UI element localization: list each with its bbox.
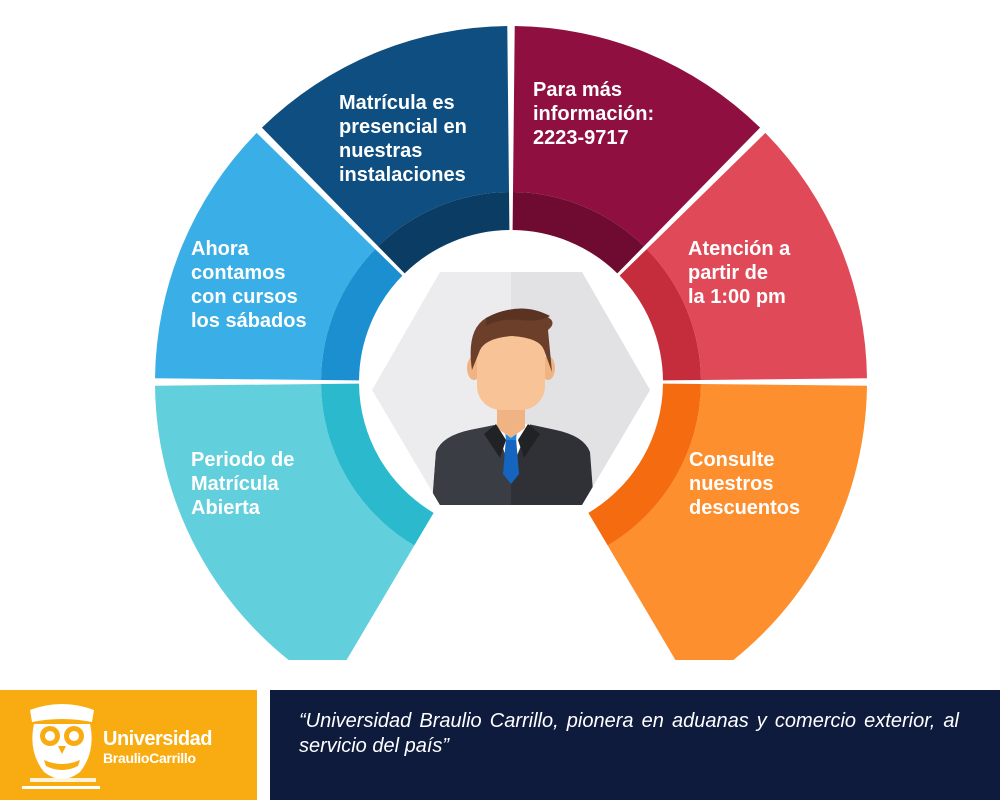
footer: Universidad BraulioCarrillo “Universidad… (0, 690, 1000, 800)
quote-banner: “Universidad Braulio Carrillo, pionera e… (270, 690, 1000, 800)
university-logo: Universidad BraulioCarrillo (0, 690, 257, 800)
segment-line: con cursos (191, 286, 298, 308)
segment-line: 2223-9717 (533, 127, 629, 149)
segment-line: Periodo de (191, 449, 295, 471)
segment-label-cursos-sabados: Ahora contamos con cursos los sábados (191, 237, 307, 333)
segment-line: nuestras (339, 140, 423, 162)
segment-line: instalaciones (339, 164, 466, 186)
segment-line: Matrícula (191, 473, 279, 495)
segment-label-matricula-abierta: Periodo de Matrícula Abierta (191, 448, 294, 520)
logo-line-1: Universidad (103, 728, 212, 750)
segment-line: Ahora (191, 238, 249, 260)
segment-line: la 1:00 pm (688, 286, 786, 308)
segment-label-horario-atencion: Atención a partir de la 1:00 pm (688, 237, 790, 309)
owl-logo-icon (22, 704, 100, 789)
segment-line: descuentos (689, 497, 801, 519)
wheel-graphic (155, 26, 867, 689)
university-quote: “Universidad Braulio Carrillo, pionera e… (299, 710, 959, 757)
segment-line: información: (533, 103, 655, 125)
segment-line: Para más (533, 79, 622, 101)
segment-line: Abierta (191, 497, 260, 519)
segment-label-matricula-presencial: Matrícula es presencial en nuestras inst… (339, 91, 467, 187)
segment-label-descuentos: Consulte nuestros descuentos (689, 448, 800, 520)
segment-line: presencial en (339, 116, 467, 138)
info-wheel: Periodo de Matrícula Abierta Ahora conta… (0, 0, 1000, 689)
segment-line: contamos (191, 262, 286, 284)
segment-line: Matrícula es (339, 92, 455, 114)
logo-wordmark: Universidad BraulioCarrillo (103, 728, 212, 766)
segment-label-mas-informacion: Para más información: 2223-9717 (533, 78, 654, 150)
segment-line: partir de (688, 262, 769, 284)
segment-descuentos (588, 383, 867, 689)
segment-line: nuestros (689, 473, 774, 495)
segment-line: Atención a (688, 238, 791, 260)
segment-line: los sábados (191, 310, 307, 332)
logo-line-2: BraulioCarrillo (103, 750, 196, 766)
segment-matricula-abierta (155, 383, 434, 689)
segment-line: Consulte (689, 449, 775, 471)
businessman-icon (372, 272, 650, 505)
